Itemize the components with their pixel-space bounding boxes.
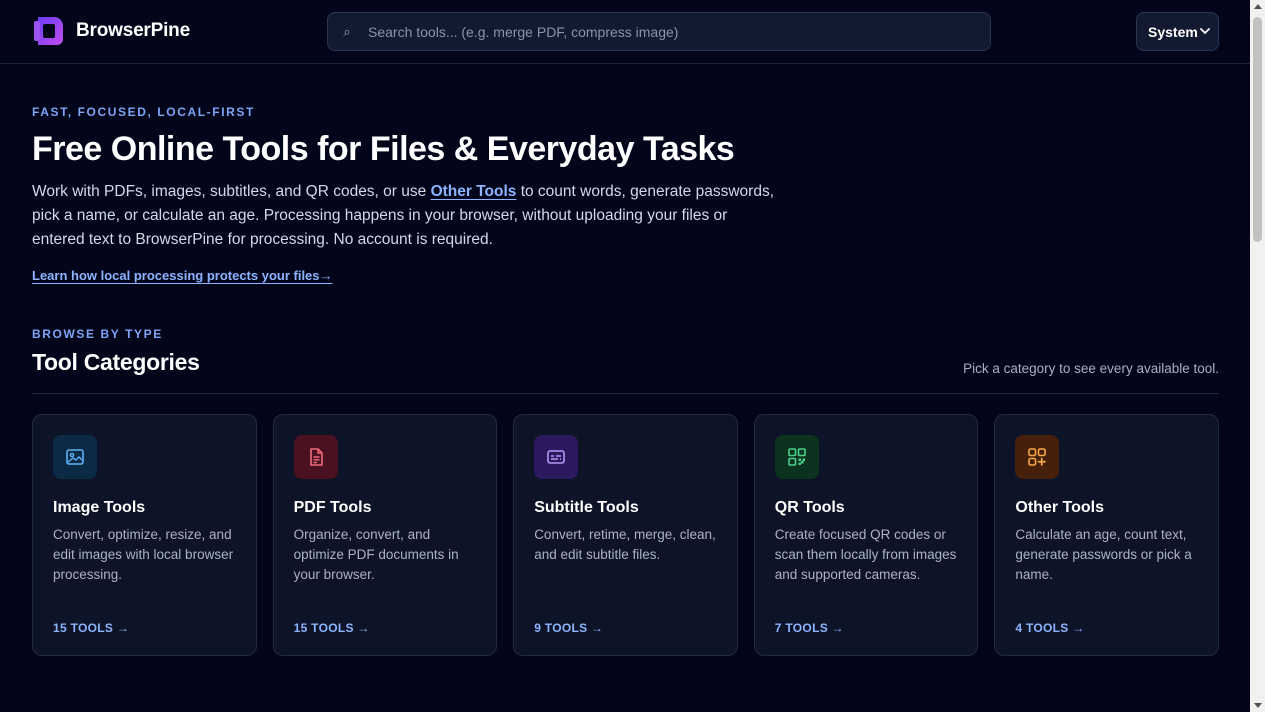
card-tool-count[interactable]: 7 TOOLS → — [775, 621, 844, 635]
page-scrollbar[interactable] — [1250, 0, 1265, 712]
card-title: QR Tools — [774, 499, 845, 516]
card-tool-count[interactable]: 15 TOOLS → — [53, 621, 129, 635]
learn-local-processing-link[interactable]: Learn how local processing protects your… — [32, 268, 333, 283]
card-description: Convert, optimize, resize, and edit imag… — [53, 527, 234, 582]
other-tools-link[interactable]: Other Tools — [431, 183, 517, 200]
brand-name: BrowserPine — [76, 20, 190, 41]
card-description: Organize, convert, and optimize PDF docu… — [293, 527, 459, 582]
document-icon — [293, 435, 338, 479]
category-card-image[interactable]: Image Tools Convert, optimize, resize, a… — [32, 414, 257, 656]
search-bar[interactable]: ⌕ — [327, 12, 991, 51]
brand-logo[interactable]: BrowserPine — [32, 14, 190, 48]
card-tool-count[interactable]: 9 TOOLS → — [534, 621, 603, 635]
browserpine-logo-icon — [34, 17, 63, 45]
card-tool-count[interactable]: 4 TOOLS → — [1015, 621, 1084, 635]
theme-select[interactable]: System — [1136, 12, 1219, 51]
search-icon: ⌕ — [343, 23, 351, 39]
category-card-qr[interactable]: QR Tools Create focused QR codes or scan… — [753, 414, 979, 656]
card-description: Calculate an age, count text, generate p… — [1015, 527, 1192, 582]
search-input[interactable] — [368, 23, 968, 40]
section-title: Tool Categories — [32, 349, 200, 375]
card-title: Subtitle Tools — [534, 499, 639, 516]
page-title: Free Online Tools for Files & Everyday T… — [32, 130, 735, 168]
card-tool-count[interactable]: 15 TOOLS → — [294, 621, 370, 635]
apps-plus-icon — [1015, 435, 1060, 479]
theme-selected-value: System — [1148, 23, 1198, 40]
card-title: Other Tools — [1015, 499, 1104, 516]
chevron-down-icon — [1200, 28, 1210, 35]
scrollbar-thumb[interactable] — [1253, 17, 1262, 242]
qr-code-icon — [774, 435, 819, 479]
category-card-pdf[interactable]: PDF Tools Organize, convert, and optimiz… — [272, 414, 498, 656]
category-cards: Image Tools Convert, optimize, resize, a… — [32, 414, 1219, 656]
card-description: Convert, retime, merge, clean, and edit … — [534, 527, 716, 562]
hero-eyebrow: FAST, FOCUSED, LOCAL-FIRST — [32, 105, 255, 119]
section-hint: Pick a category to see every available t… — [963, 361, 1219, 376]
hero-desc-start: Work with PDFs, images, subtitles, and Q… — [32, 183, 431, 200]
card-description: Create focused QR codes or scan them loc… — [774, 527, 957, 582]
image-icon — [53, 435, 97, 479]
section-divider — [32, 393, 1219, 394]
hero-description: Work with PDFs, images, subtitles, and Q… — [32, 180, 777, 252]
scroll-up-arrow-icon[interactable] — [1254, 4, 1262, 9]
subtitles-icon — [534, 435, 579, 479]
categories-eyebrow: BROWSE BY TYPE — [32, 327, 163, 341]
category-card-subtitle[interactable]: Subtitle Tools Convert, retime, merge, c… — [513, 414, 738, 656]
card-title: PDF Tools — [293, 499, 372, 516]
category-card-other[interactable]: Other Tools Calculate an age, count text… — [994, 414, 1219, 656]
card-title: Image Tools — [53, 499, 146, 516]
top-header: BrowserPine ⌕ System — [0, 0, 1250, 64]
scroll-down-arrow-icon[interactable] — [1254, 703, 1262, 708]
